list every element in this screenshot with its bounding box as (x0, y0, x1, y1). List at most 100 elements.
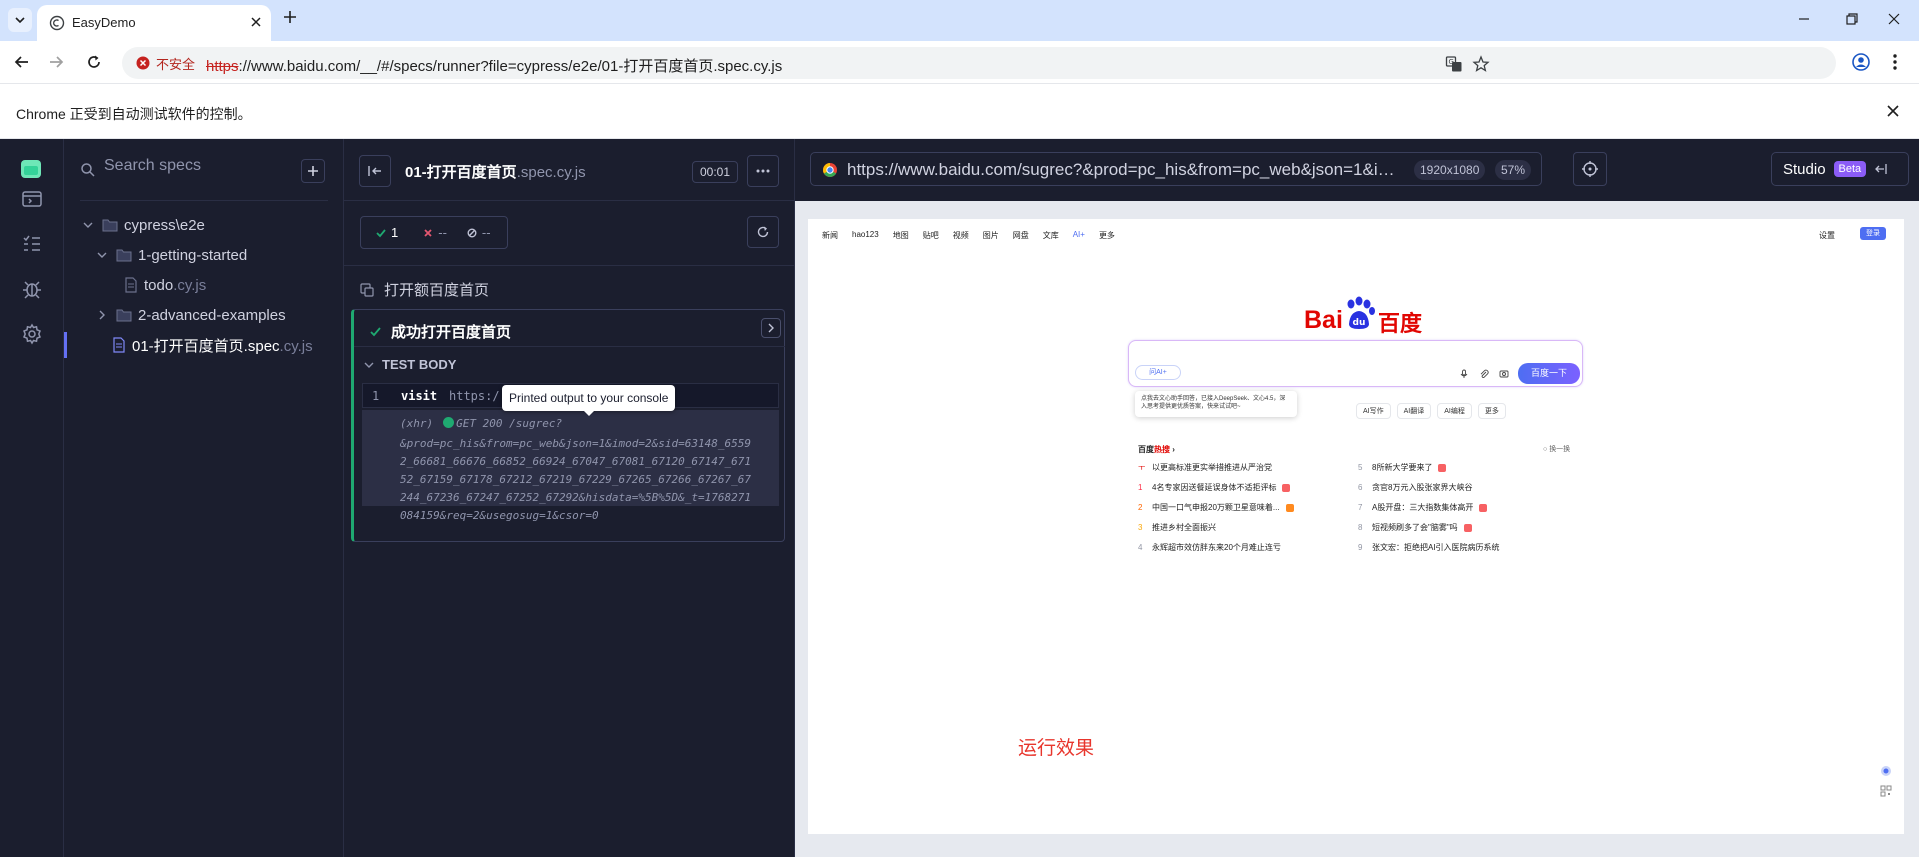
runs-nav-icon[interactable] (20, 232, 44, 256)
baidu-nav-link[interactable]: 更多 (1099, 230, 1115, 241)
tab-search-button[interactable] (8, 8, 32, 32)
baidu-nav-link[interactable]: 网盘 (1013, 230, 1029, 241)
hot-rank: 6 (1358, 483, 1363, 492)
browser-tab[interactable]: EasyDemo (37, 5, 271, 41)
hot-search-title[interactable]: 百度热搜 › (1138, 444, 1175, 455)
test-body-toggle[interactable]: TEST BODY (364, 357, 456, 372)
tool-more[interactable]: 更多 (1477, 403, 1506, 419)
svg-text:G: G (1449, 58, 1454, 66)
minimize-icon[interactable] (1797, 12, 1811, 26)
bookmark-star-icon[interactable] (1472, 55, 1490, 73)
hot-item[interactable]: 5 8所新大学要来了 (1358, 462, 1447, 473)
baidu-search-box[interactable]: 问AI+ 百度一下 (1128, 340, 1583, 387)
settings-nav-icon[interactable] (20, 322, 44, 346)
address-bar[interactable]: 不安全 https://www.baidu.com/__/#/specs/run… (122, 47, 1836, 79)
hot-item[interactable]: 2 中国一口气申报20万颗卫星意味着... (1138, 502, 1294, 513)
qr-code-icon[interactable] (1880, 785, 1892, 797)
attachment-icon[interactable] (1479, 369, 1489, 379)
reload-icon[interactable] (84, 52, 104, 72)
logo-paw-text: du (1353, 318, 1366, 328)
debug-nav-icon[interactable] (20, 277, 44, 301)
hot-item[interactable]: ㅜ以更高标准更实举措推进从严治党 (1138, 462, 1272, 473)
tool-ai-coding[interactable]: AI编程 (1437, 403, 1472, 419)
hot-item[interactable]: 1 4名专家因送餐延误身体不适拒评标 (1138, 482, 1291, 493)
microphone-icon[interactable] (1459, 369, 1469, 379)
baidu-nav-link[interactable]: 地图 (893, 230, 909, 241)
suite-icon (360, 282, 374, 297)
side-nav (0, 139, 64, 857)
search-input[interactable]: Search specs (104, 157, 201, 175)
failed-stat: -- (423, 225, 447, 240)
more-vert-icon[interactable] (1887, 52, 1903, 72)
command-xhr[interactable]: (xhr) GET 200 /sugrec? &prod=pc_his&from=… (362, 410, 779, 522)
studio-button[interactable]: Studio Beta (1771, 152, 1909, 186)
aut-url: https://www.baidu.com/sugrec?&prod=pc_hi… (847, 160, 1407, 179)
document-icon (125, 277, 137, 293)
pending-stat: -- (467, 225, 491, 240)
hot-item-text: A股开盘：三大指数集体高开 (1372, 503, 1474, 512)
baidu-settings-link[interactable]: 设置 (1819, 230, 1835, 241)
collapse-specs-button[interactable] (359, 155, 391, 187)
collapse-left-icon (1875, 164, 1887, 174)
hot-rank: 7 (1358, 503, 1363, 512)
reporter-panel: 01-打开百度首页.spec.cy.js 00:01 1 -- -- 打开额百度… (344, 139, 795, 857)
ask-ai-pill[interactable]: 问AI+ (1135, 365, 1181, 380)
address-url[interactable]: https://www.baidu.com/__/#/specs/runner?… (206, 55, 782, 76)
hot-tag-icon (1463, 523, 1472, 532)
security-chip[interactable]: 不安全 (128, 50, 205, 76)
selector-playground-button[interactable] (1573, 152, 1607, 186)
tree-folder-advanced-examples[interactable]: 2-advanced-examples (64, 302, 344, 328)
studio-label: Studio (1783, 160, 1826, 178)
tree-label: 1-getting-started (138, 246, 248, 264)
test-title-row[interactable]: 成功打开百度首页 (370, 321, 511, 342)
baidu-login-button[interactable]: 登录 (1860, 227, 1886, 240)
tool-ai-translate[interactable]: AI翻译 (1396, 403, 1432, 419)
restore-icon[interactable] (1845, 12, 1859, 26)
baidu-nav-link[interactable]: 视频 (953, 230, 969, 241)
hot-item[interactable]: 9 张文宏：拒绝把AI引入医院病历系统 (1358, 542, 1500, 553)
logo-text-right: 百度 (1378, 311, 1423, 336)
new-spec-button[interactable] (301, 159, 325, 183)
tree-folder-getting-started[interactable]: 1-getting-started (64, 242, 344, 268)
hot-item[interactable]: 7 A股开盘：三大指数集体高开 (1358, 502, 1488, 513)
baidu-nav-link[interactable]: 新闻 (822, 230, 838, 241)
tool-ai-writing[interactable]: AI写作 (1356, 403, 1391, 419)
new-tab-icon[interactable] (282, 9, 298, 25)
baidu-nav-link[interactable]: hao123 (852, 230, 879, 241)
chevron-down-icon (97, 252, 107, 258)
image-search-icon[interactable] (1499, 369, 1509, 379)
baidu-nav-link[interactable]: 贴吧 (923, 230, 939, 241)
spec-search[interactable]: Search specs (80, 157, 300, 179)
rerun-button[interactable] (747, 216, 779, 248)
forward-icon[interactable] (46, 52, 66, 72)
collapse-left-icon (368, 166, 381, 176)
infobar-close-icon[interactable] (1886, 104, 1900, 118)
ai-assistant-icon[interactable] (1880, 765, 1892, 777)
specs-panel: Search specs cypress\e2e 1-getting-start… (64, 139, 344, 857)
cypress-logo-icon[interactable] (21, 160, 41, 178)
suite-row[interactable]: 打开额百度首页 (360, 279, 489, 300)
tree-file-todo[interactable]: todo.cy.js (64, 272, 344, 298)
window-close-icon[interactable] (1887, 12, 1901, 26)
hot-item[interactable]: 6 贪官8万元入股张家界大峡谷 (1358, 482, 1472, 493)
hot-item[interactable]: 4 永辉超市效仿胖东来20个月难止连亏 (1138, 542, 1281, 553)
more-options-button[interactable] (747, 155, 779, 187)
hot-rank: 1 (1138, 483, 1143, 492)
open-in-ide-button[interactable] (761, 318, 781, 338)
baidu-nav-link[interactable]: 文库 (1043, 230, 1059, 241)
refresh-hot-link[interactable]: ○ 换一换 (1543, 444, 1570, 454)
baidu-search-button[interactable]: 百度一下 (1518, 363, 1580, 384)
specs-nav-icon[interactable] (20, 187, 44, 211)
tab-close-icon[interactable] (248, 14, 264, 30)
back-icon[interactable] (12, 52, 32, 72)
tree-folder-cypress-e2e[interactable]: cypress\e2e (64, 212, 344, 238)
baidu-top-nav: 新闻 hao123 地图 贴吧 视频 图片 网盘 文库 AI+ 更多 (822, 230, 1115, 241)
baidu-nav-link[interactable]: AI+ (1073, 230, 1085, 241)
hot-item[interactable]: 8 短视频刷多了会"脑雾"吗 (1358, 522, 1472, 533)
translate-icon[interactable]: G (1445, 55, 1463, 73)
hot-item[interactable]: 3 推进乡村全面振兴 (1138, 522, 1216, 533)
baidu-nav-link[interactable]: 图片 (983, 230, 999, 241)
aut-url-bar[interactable]: https://www.baidu.com/sugrec?&prod=pc_hi… (810, 152, 1542, 186)
profile-icon[interactable] (1851, 52, 1871, 72)
tree-file-baidu-spec[interactable]: 01-打开百度首页.spec.cy.js (64, 332, 344, 358)
